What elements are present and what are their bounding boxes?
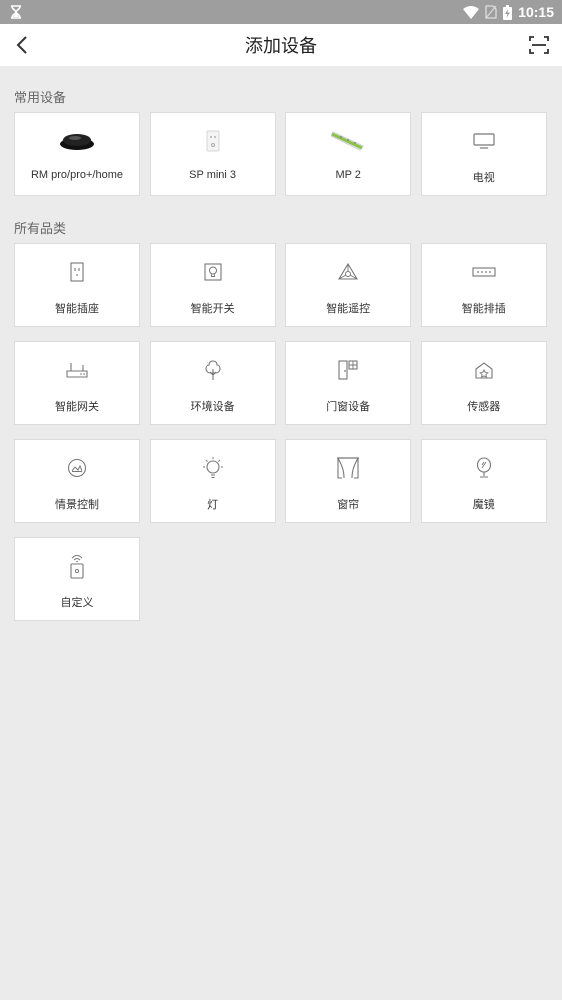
device-card-sp-mini[interactable]: SP mini 3 [149, 112, 276, 196]
common-devices-grid: RM pro/pro+/home SP mini 3 MP 2 电视 [14, 112, 547, 196]
category-card-sensor[interactable]: 传感器 [420, 341, 547, 425]
device-card-mp2[interactable]: MP 2 [285, 112, 412, 196]
back-arrow-icon [16, 36, 27, 54]
custom-remote-icon [68, 554, 86, 579]
rm-pro-device-icon [59, 129, 95, 153]
mirror-icon [476, 456, 492, 480]
page-title: 添加设备 [245, 36, 317, 57]
scan-icon [529, 36, 549, 54]
tv-icon [472, 129, 496, 153]
category-card-smart-socket[interactable]: 智能插座 [14, 243, 140, 327]
device-card-rm-pro[interactable]: RM pro/pro+/home [14, 112, 140, 196]
smart-strip-icon [472, 260, 496, 284]
wifi-icon [463, 5, 480, 19]
smart-switch-icon [204, 260, 222, 284]
category-label: 智能网关 [55, 401, 99, 413]
back-button[interactable] [10, 32, 34, 58]
curtain-icon [336, 456, 360, 480]
device-label: SP mini 3 [189, 169, 237, 181]
tree-icon [204, 358, 222, 382]
power-strip-icon [331, 129, 365, 153]
device-label: MP 2 [335, 169, 361, 181]
category-card-smart-strip[interactable]: 智能排插 [420, 243, 547, 327]
category-card-custom[interactable]: 自定义 [14, 537, 140, 621]
sp-mini-plug-icon [206, 129, 220, 153]
category-card-mirror[interactable]: 魔镜 [420, 439, 547, 523]
category-label: 魔镜 [472, 499, 495, 511]
common-devices-title: 常用设备 [14, 91, 67, 106]
device-card-tv[interactable]: 电视 [420, 112, 547, 196]
scan-button[interactable] [528, 34, 550, 56]
all-categories-title: 所有品类 [14, 222, 67, 237]
top-bar: 添加设备 [0, 24, 562, 66]
all-categories-grid: 智能插座 智能开关 智能遥控 智能排插 智能网关 环境设备 门窗设备 传感器 情… [14, 243, 547, 621]
device-label: RM pro/pro+/home [30, 169, 123, 181]
category-label: 环境设备 [190, 401, 235, 413]
scene-icon [67, 456, 87, 480]
category-label: 智能遥控 [326, 303, 371, 315]
device-label: 电视 [472, 172, 495, 184]
no-sim-icon [485, 5, 497, 19]
category-card-light[interactable]: 灯 [149, 439, 276, 523]
battery-charging-icon [503, 4, 513, 20]
category-card-door-window[interactable]: 门窗设备 [285, 341, 412, 425]
category-card-smart-switch[interactable]: 智能开关 [149, 243, 276, 327]
door-window-icon [338, 358, 358, 382]
category-label: 情景控制 [55, 499, 99, 511]
category-label: 智能开关 [190, 303, 235, 315]
category-card-environment[interactable]: 环境设备 [149, 341, 276, 425]
category-label: 窗帘 [337, 499, 360, 511]
smart-remote-icon [338, 260, 359, 284]
category-card-smart-remote[interactable]: 智能遥控 [285, 243, 412, 327]
category-card-gateway[interactable]: 智能网关 [14, 341, 140, 425]
category-label: 门窗设备 [326, 401, 371, 413]
bulb-icon [200, 456, 226, 480]
sensor-house-icon [474, 358, 494, 382]
category-label: 自定义 [60, 597, 94, 609]
category-label: 传感器 [467, 401, 501, 413]
smart-socket-icon [70, 260, 84, 284]
category-card-scene[interactable]: 情景控制 [14, 439, 140, 523]
status-bar: 10:15 [0, 0, 562, 24]
category-card-curtain[interactable]: 窗帘 [285, 439, 412, 523]
status-time: 10:15 [518, 4, 554, 20]
gateway-icon [66, 358, 88, 382]
category-label: 智能插座 [55, 303, 99, 315]
category-label: 智能排插 [461, 303, 506, 315]
hourglass-icon [10, 5, 22, 19]
category-label: 灯 [207, 499, 219, 511]
